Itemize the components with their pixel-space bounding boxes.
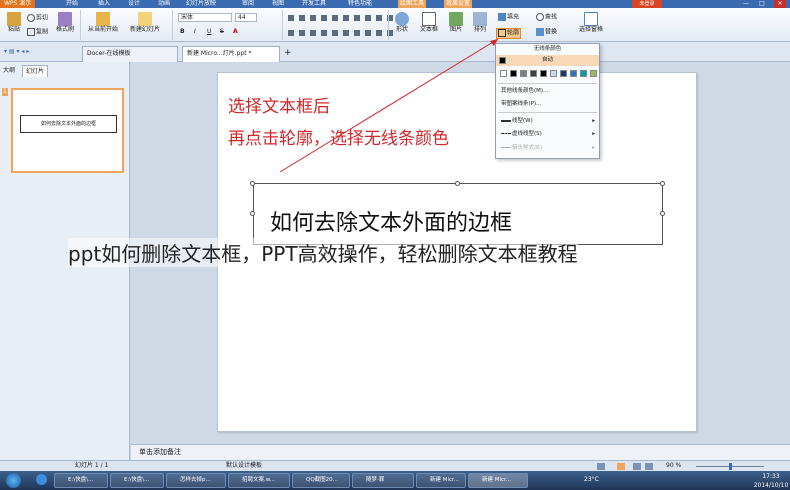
system-clock[interactable]: 17:33 2014/10/10 — [752, 472, 790, 490]
clock-time: 17:33 — [762, 473, 780, 480]
divider — [498, 83, 597, 84]
outline-dropdown-menu: 无线条颜色 自动 其他线条颜色(M)... 带图案线条(P)... 线型(W) ▸… — [495, 43, 600, 159]
view-normal-icon[interactable] — [597, 463, 605, 470]
line-style-option[interactable]: 线型(W) ▸ — [496, 116, 599, 127]
divider — [498, 112, 597, 113]
windows-taskbar: E:\快盘\... E:\快盘\... 怎样去掉p... 招聘文案.w... Q… — [0, 471, 790, 490]
taskbar-item[interactable]: 随梦·罪 — [352, 473, 414, 488]
slideshow-icon[interactable] — [645, 463, 653, 470]
taskbar-item[interactable]: QQ截图20... — [292, 473, 350, 488]
color-swatch[interactable] — [550, 70, 557, 77]
template-name: 默认设计模板 — [226, 462, 263, 469]
arrow-style-option: 箭头样式(R) ▸ — [496, 143, 599, 154]
auto-color-swatch — [499, 57, 506, 64]
taskbar-item[interactable]: 新建 Micr... — [416, 473, 466, 488]
line-style-icon — [501, 119, 511, 122]
more-line-colors-option[interactable]: 其他线条颜色(M)... — [496, 86, 599, 97]
pattern-line-option[interactable]: 带图案线条(P)... — [496, 99, 599, 110]
ie-icon[interactable] — [36, 474, 47, 485]
resize-handle[interactable] — [660, 181, 665, 186]
submenu-arrow-icon: ▸ — [592, 131, 595, 137]
resize-handle[interactable] — [660, 211, 665, 216]
taskbar-item[interactable]: 招聘文案.w... — [228, 473, 290, 488]
color-swatch[interactable] — [530, 70, 537, 77]
weather-widget[interactable]: 23°C — [584, 476, 599, 483]
zoom-slider-thumb[interactable] — [729, 463, 732, 470]
color-swatch[interactable] — [590, 70, 597, 77]
color-swatch-row — [496, 68, 599, 79]
clock-date: 2014/10/10 — [753, 482, 789, 489]
status-bar: 幻灯片 1 / 1 默认设计模板 90 % — [0, 460, 790, 471]
start-button-icon[interactable] — [6, 473, 21, 488]
zoom-level: 90 % — [666, 462, 682, 469]
overlay-caption: ppt如何删除文本框，PPT高效操作，轻松删除文本框教程 — [68, 238, 578, 267]
color-swatch[interactable] — [500, 70, 507, 77]
auto-color-label: 自动 — [541, 57, 553, 63]
color-swatch[interactable] — [560, 70, 567, 77]
resize-handle[interactable] — [455, 181, 460, 186]
color-swatch[interactable] — [580, 70, 587, 77]
slide-count: 幻灯片 1 / 1 — [75, 462, 109, 469]
notes-pane[interactable]: 单击添加备注 — [131, 444, 790, 460]
dash-style-icon — [501, 132, 511, 135]
color-swatch[interactable] — [570, 70, 577, 77]
auto-color-option[interactable]: 自动 — [496, 55, 599, 66]
dash-style-label: 虚线线型(S) — [512, 131, 542, 137]
view-reading-icon[interactable] — [633, 463, 641, 470]
taskbar-item[interactable]: E:\快盘\... — [54, 473, 108, 488]
arrow-style-label: 箭头样式(R) — [512, 145, 543, 151]
color-swatch[interactable] — [520, 70, 527, 77]
color-swatch[interactable] — [510, 70, 517, 77]
resize-handle[interactable] — [250, 211, 255, 216]
taskbar-item[interactable]: E:\快盘\... — [110, 473, 164, 488]
view-sorter-icon[interactable] — [617, 463, 625, 470]
resize-handle[interactable] — [250, 181, 255, 186]
line-style-label: 线型(W) — [512, 118, 533, 124]
submenu-arrow-icon: ▸ — [592, 145, 595, 151]
taskbar-item[interactable]: 怎样去掉p... — [166, 473, 226, 488]
taskbar-item-active[interactable]: 新建 Micr... — [468, 473, 528, 488]
color-swatch[interactable] — [540, 70, 547, 77]
textbox-content[interactable]: 如何去除文本外面的边框 — [270, 205, 512, 237]
submenu-arrow-icon: ▸ — [592, 118, 595, 124]
no-line-color-option[interactable]: 无线条颜色 — [496, 44, 599, 55]
dash-style-option[interactable]: 虚线线型(S) ▸ — [496, 129, 599, 140]
arrow-style-icon — [501, 146, 511, 149]
